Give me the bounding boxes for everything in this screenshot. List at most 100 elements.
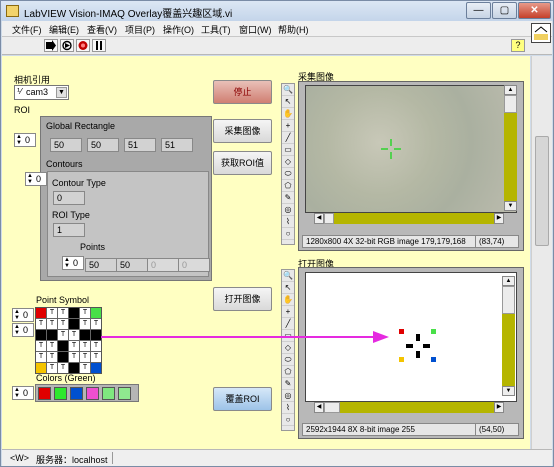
- point-tool-icon[interactable]: +: [282, 306, 294, 318]
- polygon-tool-icon[interactable]: ⬠: [282, 180, 294, 192]
- symbol-cell[interactable]: [36, 330, 46, 340]
- contour-type-value[interactable]: 0: [53, 191, 85, 205]
- point-symbol-row-index[interactable]: ▲ ▼ 0: [12, 308, 34, 322]
- symbol-cell[interactable]: T: [47, 352, 57, 362]
- capture-hscroll-thumb[interactable]: [324, 213, 334, 224]
- symbol-cell[interactable]: [47, 330, 57, 340]
- polygon-tool-icon[interactable]: ⬠: [282, 366, 294, 378]
- open-hscroll-thumb[interactable]: [324, 402, 340, 413]
- pause-icon[interactable]: [92, 39, 106, 52]
- symbol-cell[interactable]: [58, 352, 68, 362]
- scroll-right-icon[interactable]: ▶: [494, 213, 504, 224]
- symbol-cell[interactable]: T: [47, 319, 57, 329]
- scroll-left-icon[interactable]: ◀: [314, 402, 324, 413]
- chevron-down-icon[interactable]: ▼: [56, 87, 67, 98]
- symbol-cell[interactable]: T: [58, 308, 68, 318]
- oval-tool-icon[interactable]: ⬭: [282, 168, 294, 180]
- symbol-cell[interactable]: [80, 330, 90, 340]
- symbol-cell[interactable]: T: [69, 330, 79, 340]
- roi-array-index[interactable]: ▲ ▼ 0: [14, 133, 36, 147]
- abort-icon[interactable]: [76, 39, 90, 52]
- stop-button[interactable]: 停止: [213, 80, 272, 104]
- color-swatch-green[interactable]: [54, 387, 67, 400]
- symbol-cell[interactable]: T: [36, 319, 46, 329]
- point-symbol-grid[interactable]: TTT TTTTT TT TTTTT TTTTT TTT: [35, 307, 102, 374]
- color-swatch-red[interactable]: [38, 387, 51, 400]
- capture-vscroll-thumb[interactable]: [504, 95, 517, 113]
- symbol-cell[interactable]: [36, 363, 46, 373]
- scroll-thumb[interactable]: [535, 136, 549, 246]
- symbol-cell[interactable]: [91, 308, 101, 318]
- point-tool-icon[interactable]: +: [282, 120, 294, 132]
- symbol-cell[interactable]: [69, 308, 79, 318]
- menu-help[interactable]: 帮助(H): [278, 23, 309, 36]
- point-x-2[interactable]: 0: [147, 258, 179, 272]
- rectangle-tool-icon[interactable]: ▭: [282, 144, 294, 156]
- colors-array-index[interactable]: ▲ ▼ 0: [12, 386, 34, 400]
- close-button[interactable]: ✕: [518, 2, 551, 19]
- open-image-display[interactable]: ▲ ▼ ◀ ▶ 2592x1944 8X 8-bit image 255 (54…: [298, 267, 524, 439]
- scroll-right-icon[interactable]: ▶: [494, 402, 504, 413]
- capture-hscroll[interactable]: ◀ ▶: [314, 213, 504, 224]
- symbol-cell[interactable]: T: [47, 308, 57, 318]
- pointer-icon[interactable]: ↖: [282, 96, 294, 108]
- rotated-rect-tool-icon[interactable]: ◇: [282, 156, 294, 168]
- symbol-cell[interactable]: T: [69, 341, 79, 351]
- maximize-button[interactable]: ▢: [492, 2, 517, 19]
- ring-tool-icon[interactable]: ○: [282, 228, 294, 240]
- menu-file[interactable]: 文件(F): [12, 23, 42, 36]
- symbol-cell[interactable]: T: [58, 363, 68, 373]
- captured-image[interactable]: [305, 85, 517, 213]
- camera-ref-control[interactable]: ⅟ cam3 ▼: [14, 85, 69, 100]
- scroll-down-icon[interactable]: ▼: [502, 386, 515, 396]
- symbol-cell[interactable]: T: [69, 352, 79, 362]
- open-vscroll[interactable]: ▲ ▼: [502, 276, 515, 396]
- symbol-cell[interactable]: T: [80, 341, 90, 351]
- symbol-cell[interactable]: T: [36, 352, 46, 362]
- context-help-button[interactable]: ?: [511, 39, 525, 52]
- line-tool-icon[interactable]: ╱: [282, 318, 294, 330]
- symbol-cell[interactable]: T: [80, 319, 90, 329]
- capture-image-button[interactable]: 采集图像: [213, 119, 272, 143]
- minimize-button[interactable]: —: [466, 2, 491, 19]
- pointer-icon[interactable]: ↖: [282, 282, 294, 294]
- pan-icon[interactable]: ✋: [282, 108, 294, 120]
- annulus-tool-icon[interactable]: ◎: [282, 204, 294, 216]
- broken-line-tool-icon[interactable]: ⌇: [282, 402, 294, 414]
- menu-tools[interactable]: 工具(T): [201, 23, 231, 36]
- scroll-left-icon[interactable]: ◀: [314, 213, 324, 224]
- pan-icon[interactable]: ✋: [282, 294, 294, 306]
- symbol-cell[interactable]: [58, 341, 68, 351]
- line-tool-icon[interactable]: ╱: [282, 132, 294, 144]
- capture-image-display[interactable]: ▲ ▼ ◀ ▶ 1280x800 4X 32-bit RGB image 179…: [298, 81, 524, 251]
- color-swatch-lightgreen-2[interactable]: [118, 387, 131, 400]
- symbol-cell[interactable]: T: [47, 341, 57, 351]
- scroll-up-icon[interactable]: ▲: [504, 85, 517, 95]
- get-roi-button[interactable]: 获取ROI值: [213, 151, 272, 175]
- global-rect-right[interactable]: 51: [124, 138, 156, 152]
- roi-type-value[interactable]: 1: [53, 223, 85, 237]
- open-image-button[interactable]: 打开图像: [213, 287, 272, 311]
- zoom-icon[interactable]: 🔍: [282, 84, 294, 96]
- point-y-2[interactable]: 0: [178, 258, 210, 272]
- symbol-cell[interactable]: T: [80, 308, 90, 318]
- capture-vscroll[interactable]: ▲ ▼: [504, 85, 517, 211]
- symbol-cell[interactable]: [36, 308, 46, 318]
- zoom-icon[interactable]: 🔍: [282, 270, 294, 282]
- run-continuously-icon[interactable]: [60, 39, 74, 52]
- menu-view[interactable]: 查看(V): [87, 23, 117, 36]
- color-swatch-magenta[interactable]: [86, 387, 99, 400]
- open-hscroll[interactable]: ◀ ▶: [314, 402, 504, 413]
- menu-operate[interactable]: 操作(O): [163, 23, 194, 36]
- scroll-down-icon[interactable]: ▼: [504, 201, 517, 211]
- point-symbol-col-index[interactable]: ▲ ▼ 0: [12, 323, 34, 337]
- annulus-tool-icon[interactable]: ◎: [282, 390, 294, 402]
- symbol-cell[interactable]: [91, 330, 101, 340]
- freehand-tool-icon[interactable]: ✎: [282, 378, 294, 390]
- symbol-cell[interactable]: [69, 363, 79, 373]
- color-swatch-lightgreen-1[interactable]: [102, 387, 115, 400]
- symbol-cell[interactable]: [91, 363, 101, 373]
- global-rect-left[interactable]: 50: [50, 138, 82, 152]
- freehand-tool-icon[interactable]: ✎: [282, 192, 294, 204]
- ring-tool-icon[interactable]: ○: [282, 414, 294, 426]
